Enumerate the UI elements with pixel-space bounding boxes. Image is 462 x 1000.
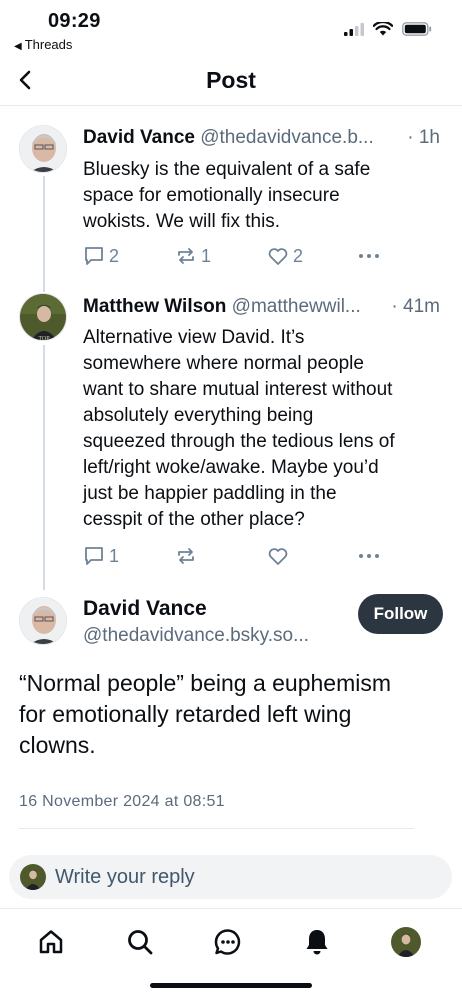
signal-icon xyxy=(344,22,364,41)
bell-icon xyxy=(306,930,328,955)
post-text-line: just be happier paddling in the xyxy=(83,483,337,504)
nav-home[interactable] xyxy=(36,927,66,957)
profile-avatar xyxy=(391,927,421,957)
author-handle: @thedavidvance.b... xyxy=(200,127,374,148)
repost-count: 1 xyxy=(201,245,212,266)
nav-chat[interactable] xyxy=(213,927,243,957)
reply-placeholder: Write your reply xyxy=(55,866,195,888)
post-date: 16 November 2024 at 08:51 xyxy=(19,793,225,810)
follow-button[interactable]: Follow xyxy=(358,594,443,634)
post-time: · 41m xyxy=(391,296,440,317)
post-text: Bluesky is the equivalent of a safe spac… xyxy=(83,157,443,235)
main-text-line: clowns. xyxy=(19,732,96,758)
post-text-line: Bluesky is the equivalent of a safe xyxy=(83,159,371,180)
battery-icon xyxy=(402,22,432,41)
post-text-line: left/right woke/awake. Maybe you’d xyxy=(83,457,379,478)
more-options-button[interactable] xyxy=(358,551,380,561)
heart-icon xyxy=(268,548,288,565)
divider xyxy=(19,828,414,829)
main-text-line: “Normal people” being a euphemism xyxy=(19,670,392,696)
post-text-line: somewhere where normal people xyxy=(83,353,364,374)
avatar[interactable]: TOP xyxy=(19,293,67,341)
like-button[interactable]: 2 xyxy=(267,245,303,267)
search-icon xyxy=(128,930,153,955)
repost-button[interactable]: 1 xyxy=(175,245,211,267)
status-bar: 09:29 ◀ Threads xyxy=(0,0,462,56)
repost-icon xyxy=(178,548,194,564)
post-text-line: space for emotionally insecure xyxy=(83,185,340,206)
post-text-line: Alternative view David. It’s xyxy=(83,327,305,348)
back-app-label: Threads xyxy=(24,37,73,52)
wifi-icon xyxy=(372,20,394,41)
post-text-line: squeezed through the tedious lens of xyxy=(83,431,395,452)
more-options-button[interactable] xyxy=(358,251,380,261)
post-time: · 1h xyxy=(407,127,440,148)
home-icon xyxy=(39,930,63,954)
author-name: David Vance xyxy=(83,127,195,148)
main-author-handle[interactable]: @thedavidvance.bsky.so... xyxy=(83,625,309,647)
status-time: 09:29 xyxy=(48,10,101,32)
like-count: 2 xyxy=(293,245,304,266)
post-text-line: wokists. We will fix this. xyxy=(83,211,281,232)
nav-notifications[interactable] xyxy=(302,927,332,957)
page-title: Post xyxy=(206,67,256,93)
reply-count: 2 xyxy=(109,245,120,266)
nav-profile[interactable] xyxy=(391,927,421,957)
reply-button[interactable]: 2 xyxy=(83,245,119,267)
back-to-app[interactable]: ◀ Threads xyxy=(14,37,72,52)
post-author[interactable]: Matthew Wilson @matthewwil... xyxy=(83,296,361,318)
heart-icon xyxy=(268,248,288,265)
post-actions: 1 xyxy=(83,545,423,569)
ellipsis-icon xyxy=(359,254,379,258)
nav-search[interactable] xyxy=(125,927,155,957)
reply-input[interactable]: Write your reply xyxy=(9,855,452,899)
thread-connector xyxy=(43,176,45,292)
reply-icon xyxy=(85,547,103,565)
back-triangle-icon: ◀ xyxy=(14,41,22,52)
post-actions: 2 1 2 xyxy=(83,245,423,269)
main-post-text: “Normal people” being a euphemism for em… xyxy=(19,668,439,761)
home-indicator xyxy=(150,983,312,988)
main-text-line: for emotionally retarded left wing xyxy=(19,701,352,727)
post-text-line: absolutely everything being xyxy=(83,405,314,426)
main-author-name[interactable]: David Vance xyxy=(83,597,207,621)
avatar[interactable] xyxy=(19,125,67,173)
post-header: Post xyxy=(0,56,462,106)
post-text: Alternative view David. It’s somewhere w… xyxy=(83,325,443,533)
ellipsis-icon xyxy=(359,554,379,558)
author-handle: @matthewwil... xyxy=(231,296,361,317)
thread-connector xyxy=(43,345,45,590)
repost-button[interactable] xyxy=(175,545,197,567)
avatar[interactable] xyxy=(19,597,67,645)
reply-avatar xyxy=(20,864,46,890)
author-name: Matthew Wilson xyxy=(83,296,227,317)
post-text-line: cesspit of the other place? xyxy=(83,509,305,530)
reply-count: 1 xyxy=(109,545,120,566)
avatar-text: TOP xyxy=(38,336,50,341)
like-button[interactable] xyxy=(267,545,289,567)
post-author[interactable]: David Vance @thedavidvance.b... xyxy=(83,127,374,149)
reply-button[interactable]: 1 xyxy=(83,545,119,567)
reply-icon xyxy=(85,247,103,265)
post-text-line: want to share mutual interest without xyxy=(83,379,393,400)
chat-icon xyxy=(214,929,241,955)
status-icons xyxy=(344,20,432,41)
repost-icon xyxy=(178,248,194,264)
